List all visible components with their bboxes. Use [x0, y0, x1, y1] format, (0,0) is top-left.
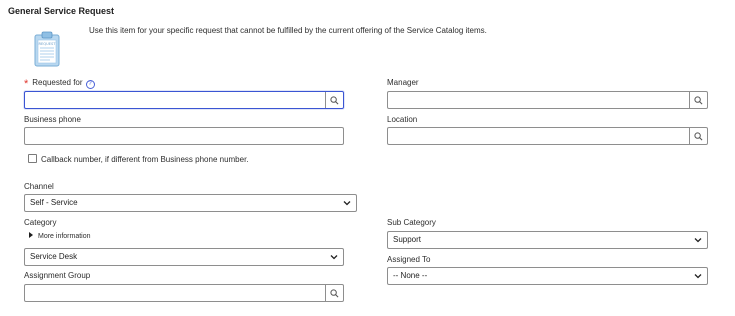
business-phone-field[interactable]	[24, 127, 344, 145]
sub-category-select[interactable]: Support	[387, 231, 708, 249]
requested-for-label: * Requested for?	[24, 78, 95, 90]
search-icon	[330, 288, 339, 297]
location-input[interactable]	[388, 128, 689, 144]
manager-field[interactable]	[387, 91, 708, 109]
assignment-group-label: Assignment Group	[24, 271, 91, 280]
sub-category-label: Sub Category	[387, 218, 436, 227]
assignment-group-field[interactable]	[24, 284, 344, 302]
clipboard-icon: REQUEST	[33, 31, 61, 67]
category-selected-value: Service Desk	[30, 252, 78, 261]
form-description: Use this item for your specific request …	[89, 26, 487, 35]
search-icon	[330, 95, 339, 104]
required-indicator: *	[24, 78, 29, 90]
assignment-group-lookup-button[interactable]	[325, 285, 343, 301]
sub-category-selected-value: Support	[393, 235, 422, 244]
triangle-right-icon	[29, 232, 33, 238]
form-title: General Service Request	[8, 6, 115, 16]
callback-checkbox[interactable]	[28, 154, 37, 163]
more-information-toggle[interactable]: More information	[29, 232, 91, 240]
callback-label: Callback number, if different from Busin…	[41, 155, 249, 164]
manager-input[interactable]	[388, 92, 689, 108]
requested-for-lookup-button[interactable]	[325, 92, 343, 108]
requested-for-field[interactable]	[24, 91, 344, 109]
requested-for-input[interactable]	[25, 92, 325, 108]
location-field[interactable]	[387, 127, 708, 145]
channel-select[interactable]: Self - Service	[24, 194, 357, 212]
manager-label: Manager	[387, 78, 419, 87]
channel-label: Channel	[24, 182, 54, 191]
manager-lookup-button[interactable]	[689, 92, 707, 108]
assignment-group-input[interactable]	[25, 285, 325, 301]
category-select[interactable]: Service Desk	[24, 248, 344, 266]
help-icon[interactable]: ?	[85, 80, 95, 89]
chevron-down-icon	[330, 255, 338, 260]
assigned-to-select[interactable]: -- None --	[387, 267, 708, 285]
location-lookup-button[interactable]	[689, 128, 707, 144]
chevron-down-icon	[694, 238, 702, 243]
icon-caption: REQUEST	[39, 42, 57, 46]
assigned-to-label: Assigned To	[387, 255, 431, 264]
chevron-down-icon	[694, 274, 702, 279]
chevron-down-icon	[343, 201, 351, 206]
category-label: Category	[24, 218, 57, 227]
search-icon	[694, 95, 703, 104]
business-phone-label: Business phone	[24, 115, 81, 124]
search-icon	[694, 131, 703, 140]
channel-selected-value: Self - Service	[30, 198, 78, 207]
assigned-to-selected-value: -- None --	[393, 271, 428, 280]
location-label: Location	[387, 115, 418, 124]
